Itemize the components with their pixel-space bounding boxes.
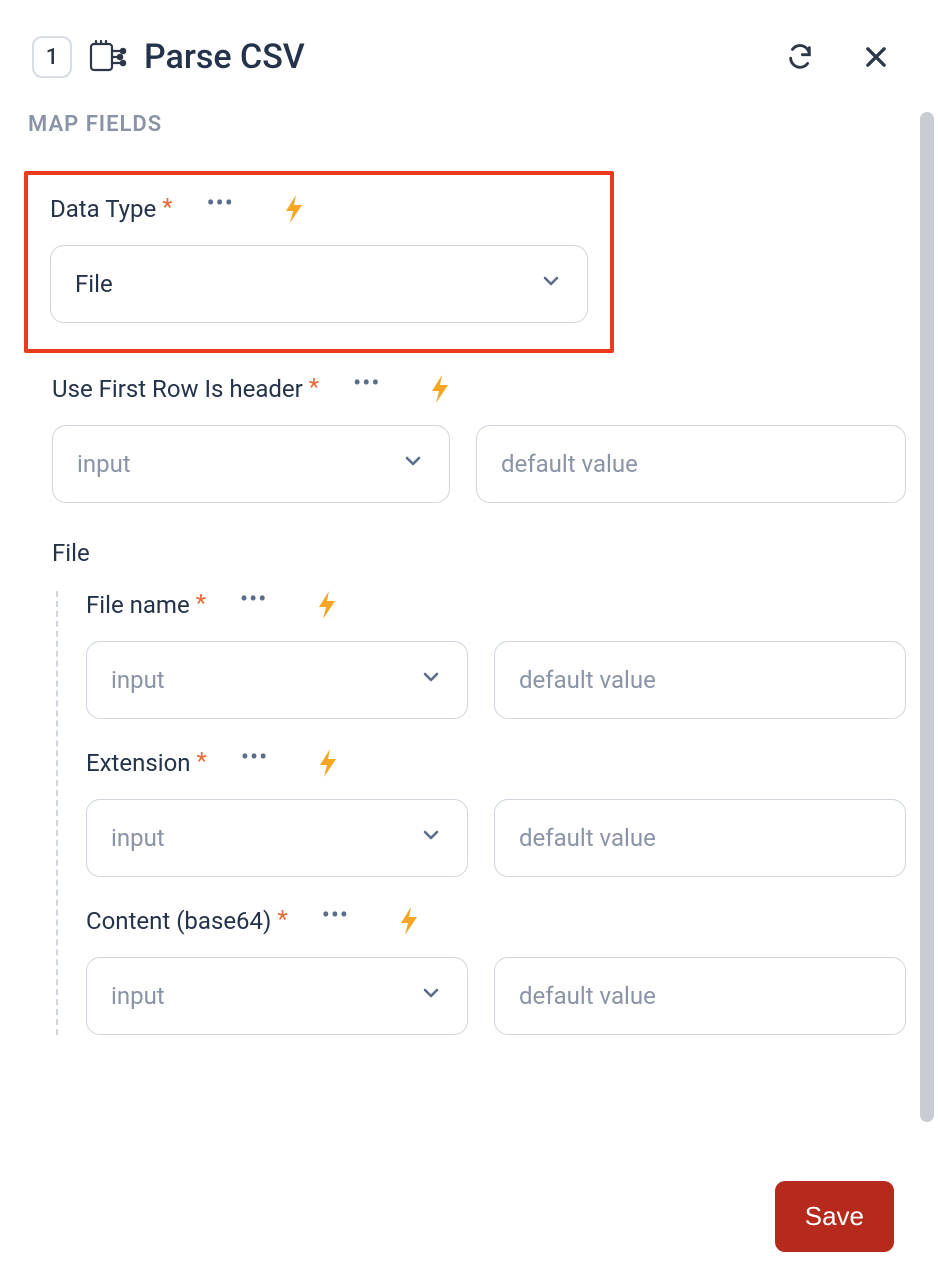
file-name-select[interactable]: input	[86, 641, 468, 719]
flow-icon	[88, 37, 128, 77]
file-group-label: File	[52, 539, 906, 567]
content-base64-default-input[interactable]: default value	[494, 957, 906, 1035]
scrollbar[interactable]	[920, 112, 934, 1122]
select-placeholder: input	[111, 824, 165, 852]
data-type-label: Data Type	[50, 195, 156, 223]
select-placeholder: input	[77, 450, 131, 478]
required-asterisk: *	[277, 905, 287, 933]
header-actions	[782, 39, 894, 75]
required-asterisk: *	[197, 747, 207, 775]
refresh-button[interactable]	[782, 39, 818, 75]
bolt-icon[interactable]	[317, 591, 337, 619]
select-placeholder: input	[111, 982, 165, 1010]
more-options-icon[interactable]: •••	[240, 585, 267, 613]
use-first-row-label-row: Use First Row Is header * •••	[52, 375, 906, 403]
scrollbar-thumb[interactable]	[920, 112, 934, 1122]
save-button[interactable]: Save	[775, 1181, 894, 1252]
data-type-label-row: Data Type * •••	[50, 195, 588, 223]
input-placeholder: default value	[519, 666, 656, 694]
bolt-icon[interactable]	[399, 907, 419, 935]
required-asterisk: *	[162, 193, 172, 221]
input-placeholder: default value	[519, 982, 656, 1010]
bolt-icon[interactable]	[318, 749, 338, 777]
use-first-row-field: Use First Row Is header * ••• input defa…	[24, 375, 906, 503]
data-type-select[interactable]: File	[50, 245, 588, 323]
use-first-row-default-input[interactable]: default value	[476, 425, 906, 503]
input-placeholder: default value	[501, 450, 638, 478]
extension-select[interactable]: input	[86, 799, 468, 877]
required-asterisk: *	[309, 373, 319, 401]
footer: Save	[775, 1181, 894, 1252]
content-base64-select[interactable]: input	[86, 957, 468, 1035]
content-base64-label: Content (base64)	[86, 907, 271, 935]
more-options-icon[interactable]: •••	[353, 369, 380, 397]
chevron-down-icon	[401, 449, 425, 479]
select-placeholder: input	[111, 666, 165, 694]
extension-default-input[interactable]: default value	[494, 799, 906, 877]
step-number-badge: 1	[32, 36, 72, 78]
page-title: Parse CSV	[144, 37, 766, 77]
extension-field: Extension * ••• input	[86, 749, 906, 877]
chevron-down-icon	[539, 269, 563, 299]
file-group-body: File name * ••• input	[56, 591, 906, 1035]
more-options-icon[interactable]: •••	[322, 901, 349, 929]
chevron-down-icon	[419, 665, 443, 695]
use-first-row-label: Use First Row Is header	[52, 375, 303, 403]
chevron-down-icon	[419, 823, 443, 853]
content-base64-field: Content (base64) * ••• input	[86, 907, 906, 1035]
file-name-field: File name * ••• input	[86, 591, 906, 719]
bolt-icon[interactable]	[284, 195, 304, 223]
data-type-highlight: Data Type * ••• File	[24, 171, 614, 353]
close-button[interactable]	[858, 39, 894, 75]
chevron-down-icon	[419, 981, 443, 1011]
bolt-icon[interactable]	[430, 375, 450, 403]
data-type-value: File	[75, 270, 113, 298]
content-area: MAP FIELDS Data Type * ••• File Use Firs	[0, 112, 938, 1122]
more-options-icon[interactable]: •••	[207, 189, 234, 217]
input-placeholder: default value	[519, 824, 656, 852]
file-name-label: File name	[86, 591, 190, 619]
file-name-default-input[interactable]: default value	[494, 641, 906, 719]
more-options-icon[interactable]: •••	[241, 743, 268, 771]
header: 1 Parse CSV	[0, 0, 938, 78]
use-first-row-select[interactable]: input	[52, 425, 450, 503]
extension-label: Extension	[86, 749, 191, 777]
section-label: MAP FIELDS	[28, 112, 906, 137]
required-asterisk: *	[196, 589, 206, 617]
